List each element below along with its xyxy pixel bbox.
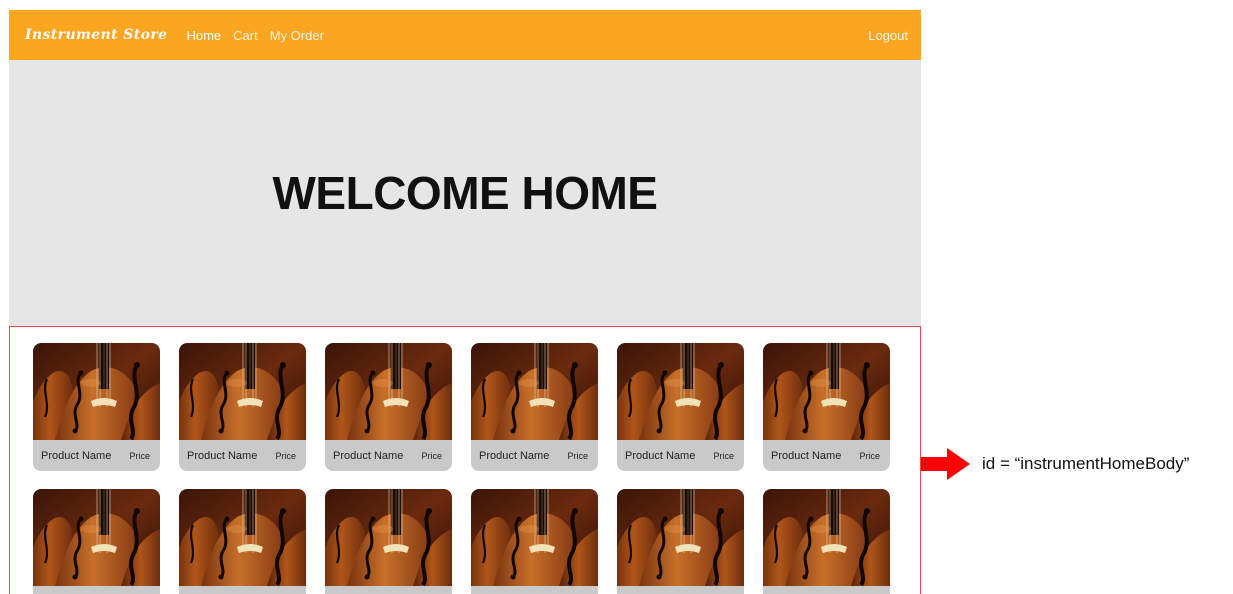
- product-card-info: Product Name Price: [617, 440, 744, 471]
- product-card[interactable]: Product Name Price: [33, 343, 160, 471]
- violin-image: [325, 343, 452, 440]
- violin-image: [325, 489, 452, 586]
- nav-home-link[interactable]: Home: [186, 28, 221, 43]
- violin-image: [763, 343, 890, 440]
- instrument-home-body: Product Name Price Product Name Price Pr…: [9, 326, 921, 594]
- product-price: Price: [275, 450, 296, 461]
- product-price: Price: [567, 450, 588, 461]
- app-window: Instrument Store Home Cart My Order Logo…: [9, 10, 921, 594]
- product-card[interactable]: Product Name Price: [763, 343, 890, 471]
- product-card-info: Product Name Price: [179, 440, 306, 471]
- violin-image: [471, 489, 598, 586]
- violin-image: [179, 343, 306, 440]
- nav-my-order-link[interactable]: My Order: [270, 28, 324, 43]
- violin-image: [179, 489, 306, 586]
- product-card[interactable]: Product Name Price: [179, 489, 306, 594]
- product-card-info: Product Name Price: [763, 586, 890, 594]
- violin-image: [33, 489, 160, 586]
- product-card[interactable]: Product Name Price: [471, 343, 598, 471]
- arrow-right-icon: [921, 448, 970, 480]
- product-price: Price: [129, 450, 150, 461]
- product-card-info: Product Name Price: [325, 586, 452, 594]
- product-card[interactable]: Product Name Price: [325, 489, 452, 594]
- product-price: Price: [713, 450, 734, 461]
- hero-title: WELCOME HOME: [272, 167, 658, 219]
- violin-image: [33, 343, 160, 440]
- product-name: Product Name: [479, 449, 550, 462]
- logout-link[interactable]: Logout: [868, 28, 908, 43]
- product-name: Product Name: [187, 449, 258, 462]
- violin-image: [617, 489, 744, 586]
- product-card-info: Product Name Price: [33, 440, 160, 471]
- product-card[interactable]: Product Name Price: [617, 343, 744, 471]
- nav-cart-link[interactable]: Cart: [233, 28, 258, 43]
- annotation-text: id = “instrumentHomeBody”: [982, 454, 1190, 473]
- product-card-info: Product Name Price: [617, 586, 744, 594]
- product-name: Product Name: [333, 449, 404, 462]
- product-price: Price: [859, 450, 880, 461]
- product-grid: Product Name Price Product Name Price Pr…: [33, 343, 890, 594]
- product-card-info: Product Name Price: [471, 586, 598, 594]
- product-name: Product Name: [41, 449, 112, 462]
- product-card-info: Product Name Price: [179, 586, 306, 594]
- violin-image: [617, 343, 744, 440]
- product-card-info: Product Name Price: [33, 586, 160, 594]
- product-card[interactable]: Product Name Price: [617, 489, 744, 594]
- product-card[interactable]: Product Name Price: [179, 343, 306, 471]
- annotation: id = “instrumentHomeBody”: [921, 447, 1189, 481]
- brand-logo[interactable]: Instrument Store: [25, 27, 167, 43]
- product-card[interactable]: Product Name Price: [33, 489, 160, 594]
- navbar: Instrument Store Home Cart My Order Logo…: [9, 10, 921, 60]
- violin-image: [471, 343, 598, 440]
- product-name: Product Name: [771, 449, 842, 462]
- product-card[interactable]: Product Name Price: [325, 343, 452, 471]
- product-name: Product Name: [625, 449, 696, 462]
- product-card-info: Product Name Price: [471, 440, 598, 471]
- product-card-info: Product Name Price: [763, 440, 890, 471]
- product-card[interactable]: Product Name Price: [471, 489, 598, 594]
- product-price: Price: [421, 450, 442, 461]
- product-card-info: Product Name Price: [325, 440, 452, 471]
- hero-banner: WELCOME HOME: [9, 60, 921, 326]
- product-card[interactable]: Product Name Price: [763, 489, 890, 594]
- violin-image: [763, 489, 890, 586]
